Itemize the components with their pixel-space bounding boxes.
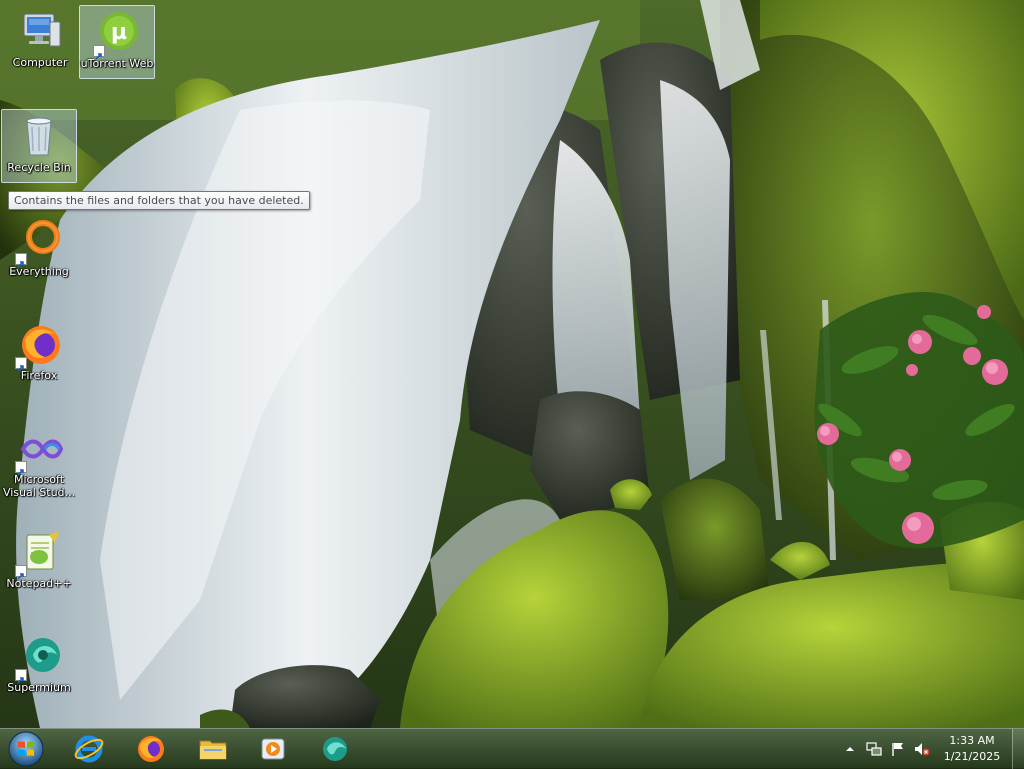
taskbar-internet-explorer[interactable] — [62, 731, 116, 767]
shortcut-arrow-icon — [15, 669, 27, 684]
taskbar-file-explorer[interactable] — [186, 731, 240, 767]
desktop-icon-supermium[interactable]: Supermium — [1, 629, 77, 703]
media-player-icon — [261, 738, 285, 760]
taskbar-clock[interactable]: 1:33 AM 1/21/2025 — [930, 733, 1014, 765]
shortcut-arrow-icon — [15, 253, 27, 268]
computer-icon — [16, 8, 64, 56]
taskbar-supermium[interactable] — [308, 731, 362, 767]
recycle-bin-icon — [15, 113, 63, 161]
desktop-icon-label: uTorrent Web — [80, 57, 154, 70]
file-explorer-icon — [199, 740, 227, 760]
utorrent-icon: µ — [93, 9, 141, 60]
network-icon[interactable] — [866, 741, 882, 757]
desktop-icon-visual-studio[interactable]: Microsoft Visual Stud... — [1, 421, 77, 507]
system-tray — [844, 729, 930, 769]
desktop-icon-label: Computer — [12, 56, 68, 69]
internet-explorer-icon — [74, 735, 104, 763]
desktop-icon-notepadpp[interactable]: Notepad++ — [1, 525, 77, 599]
desktop-icon-label: Microsoft Visual Stud... — [2, 473, 76, 499]
show-desktop-button[interactable] — [1012, 729, 1024, 769]
volume-muted-icon[interactable] — [914, 741, 930, 757]
shortcut-arrow-icon — [93, 45, 105, 60]
desktop-icon-everything[interactable]: Everything — [1, 213, 77, 287]
start-orb-icon — [8, 731, 44, 767]
everything-search-icon — [15, 217, 63, 268]
desktop-wallpaper — [0, 0, 1024, 728]
desktop-icon-label: Supermium — [7, 681, 71, 694]
desktop-icon-label: Notepad++ — [6, 577, 72, 590]
firefox-icon — [138, 736, 164, 762]
desktop-icon-label: Recycle Bin — [7, 161, 71, 174]
desktop-icon-label: Firefox — [20, 369, 58, 382]
recycle-bin-tooltip: Contains the files and folders that you … — [8, 191, 310, 210]
desktop-icon-firefox[interactable]: Firefox — [1, 317, 77, 391]
supermium-icon — [323, 737, 347, 761]
notepadpp-icon — [15, 529, 63, 580]
desktop-icon-utorrent-web[interactable]: µ uTorrent Web — [79, 5, 155, 79]
taskbar-media-player[interactable] — [246, 731, 300, 767]
clock-time: 1:33 AM — [949, 734, 995, 747]
show-hidden-icons-chevron-icon[interactable] — [844, 741, 856, 757]
visual-studio-icon — [15, 425, 64, 476]
desktop-icon-label: Everything — [9, 265, 69, 278]
clock-date: 1/21/2025 — [943, 750, 1001, 763]
taskbar: 1:33 AM 1/21/2025 — [0, 728, 1024, 769]
desktop-icon-computer[interactable]: Computer — [2, 4, 78, 78]
shortcut-arrow-icon — [15, 565, 27, 580]
action-center-flag-icon[interactable] — [890, 741, 906, 757]
taskbar-firefox[interactable] — [124, 731, 178, 767]
svg-text:µ: µ — [111, 20, 127, 45]
shortcut-arrow-icon — [15, 461, 27, 476]
firefox-icon — [15, 321, 63, 372]
shortcut-arrow-icon — [15, 357, 27, 372]
desktop-icon-recycle-bin[interactable]: Recycle Bin — [1, 109, 77, 183]
supermium-icon — [15, 633, 63, 684]
start-button[interactable] — [6, 730, 46, 768]
